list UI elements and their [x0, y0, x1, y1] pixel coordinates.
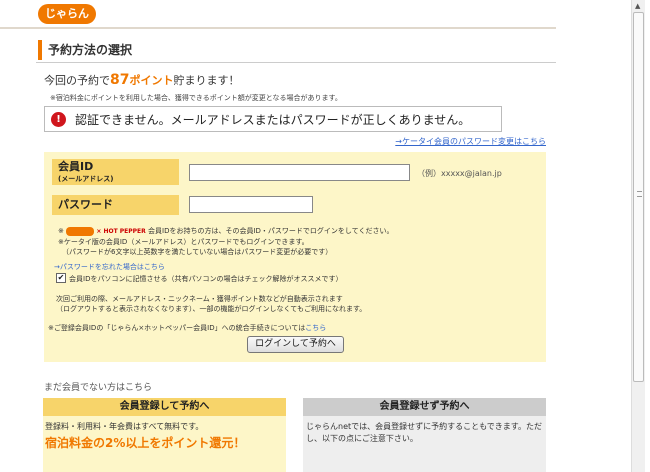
points-note: ※宿泊料金にポイントを利用した場合、獲得できるポイント額が変更となる場合がありま… — [50, 94, 342, 102]
register-promo: 宿泊料金の2%以上をポイント還元！ — [45, 436, 246, 450]
page-title: 予約方法の選択 — [38, 40, 132, 60]
points-value: 87 — [110, 72, 130, 88]
mobile-password-change-link[interactable]: →ケータイ会員のパスワード変更はこちら — [395, 136, 546, 147]
id-merge-text: ※ご登録会員IDの「じゃらん×ホットペッパー会員ID」への統合手続きについては — [48, 324, 306, 332]
remember-id-label: 会員IDをパソコンに記憶させる（共有パソコンの場合はチェック解除がオススメです） — [69, 275, 343, 283]
guest-description: じゃらんnetでは、会員登録せずに予約することもできます。ただし、以下の点にご注… — [306, 422, 543, 443]
auto-display-info-2: （ログアウトすると表示されなくなります）、一部の機能がログインしなくてもご利用に… — [56, 305, 367, 313]
header-divider — [0, 27, 556, 29]
register-free-note: 登録料・利用料・年会費はすべて無料です。 — [45, 422, 204, 431]
points-unit: ポイント — [129, 74, 174, 87]
jalan-mini-logo — [66, 226, 95, 236]
error-icon: ! — [51, 111, 66, 127]
scroll-up-arrow-icon[interactable]: ▲ — [635, 2, 640, 10]
hotpepper-mini-logo: × HOT PEPPER — [96, 228, 146, 235]
reserve-without-register-button[interactable]: 会員登録せず予約へ — [303, 398, 546, 416]
error-message-box: ! 認証できません。メールアドレスまたはパスワードが正しくありません。 — [44, 106, 502, 132]
note-text-1: 会員IDをお持ちの方は、その会員ID・パスワードでログインをしてください。 — [148, 227, 394, 235]
login-form-panel: 会員ID (メールアドレス) （例）xxxxx@jalan.jp パスワード ※… — [44, 152, 546, 362]
points-message: 今回の予約で87ポイント貯まります！ — [44, 72, 239, 88]
forgot-password-link[interactable]: →パスワードを忘れた場合はこちら — [54, 262, 165, 272]
points-suffix: 貯まります！ — [173, 74, 240, 87]
member-id-label-text: 会員ID — [58, 160, 94, 173]
scrollbar-grip-icon — [637, 191, 642, 197]
password-label: パスワード — [52, 195, 179, 215]
account-note-1: ※ × HOT PEPPER 会員IDをお持ちの方は、その会員ID・パスワードで… — [58, 226, 394, 236]
account-note-3: （パスワードが6文字以上英数字を満たしていない場合はパスワード変更が必要です） — [62, 248, 333, 256]
guest-panel: 会員登録せず予約へ じゃらんnetでは、会員登録せずに予約することもできます。た… — [303, 398, 546, 472]
member-id-input[interactable] — [189, 164, 410, 181]
scrollbar-thumb[interactable] — [633, 12, 644, 382]
password-input[interactable] — [189, 196, 313, 213]
register-panel: 会員登録して予約へ 登録料・利用料・年会費はすべて無料です。 宿泊料金の2%以上… — [43, 398, 286, 472]
login-and-reserve-button[interactable]: ログインして予約へ — [247, 336, 344, 353]
remember-id-checkbox[interactable]: ✔ — [56, 273, 66, 283]
points-prefix: 今回の予約で — [44, 74, 110, 87]
error-text: 認証できません。メールアドレスまたはパスワードが正しくありません。 — [75, 112, 471, 127]
member-id-label: 会員ID (メールアドレス) — [52, 159, 179, 185]
vertical-scrollbar[interactable]: ▲ — [631, 0, 645, 472]
note-bullet: ※ — [58, 227, 64, 235]
id-merge-note: ※ご登録会員IDの「じゃらん×ホットペッパー会員ID」への統合手続きについてはこ… — [48, 323, 326, 333]
nonmember-section-title: まだ会員でない方はこちら — [44, 383, 153, 393]
id-merge-link[interactable]: こちら — [305, 324, 326, 332]
auto-display-info-1: 次回ご利用の際、メールアドレス・ニックネーム・獲得ポイント数などが自動表示されま… — [56, 295, 343, 303]
member-id-example: （例）xxxxx@jalan.jp — [417, 169, 502, 178]
title-divider — [36, 62, 556, 63]
register-and-reserve-button[interactable]: 会員登録して予約へ — [43, 398, 286, 416]
jalan-logo[interactable]: じゃらん — [38, 4, 96, 24]
member-id-sublabel: (メールアドレス) — [58, 175, 114, 183]
account-note-2: ※ケータイ版の会員ID（メールアドレス）とパスワードでもログインできます。 — [58, 238, 309, 246]
